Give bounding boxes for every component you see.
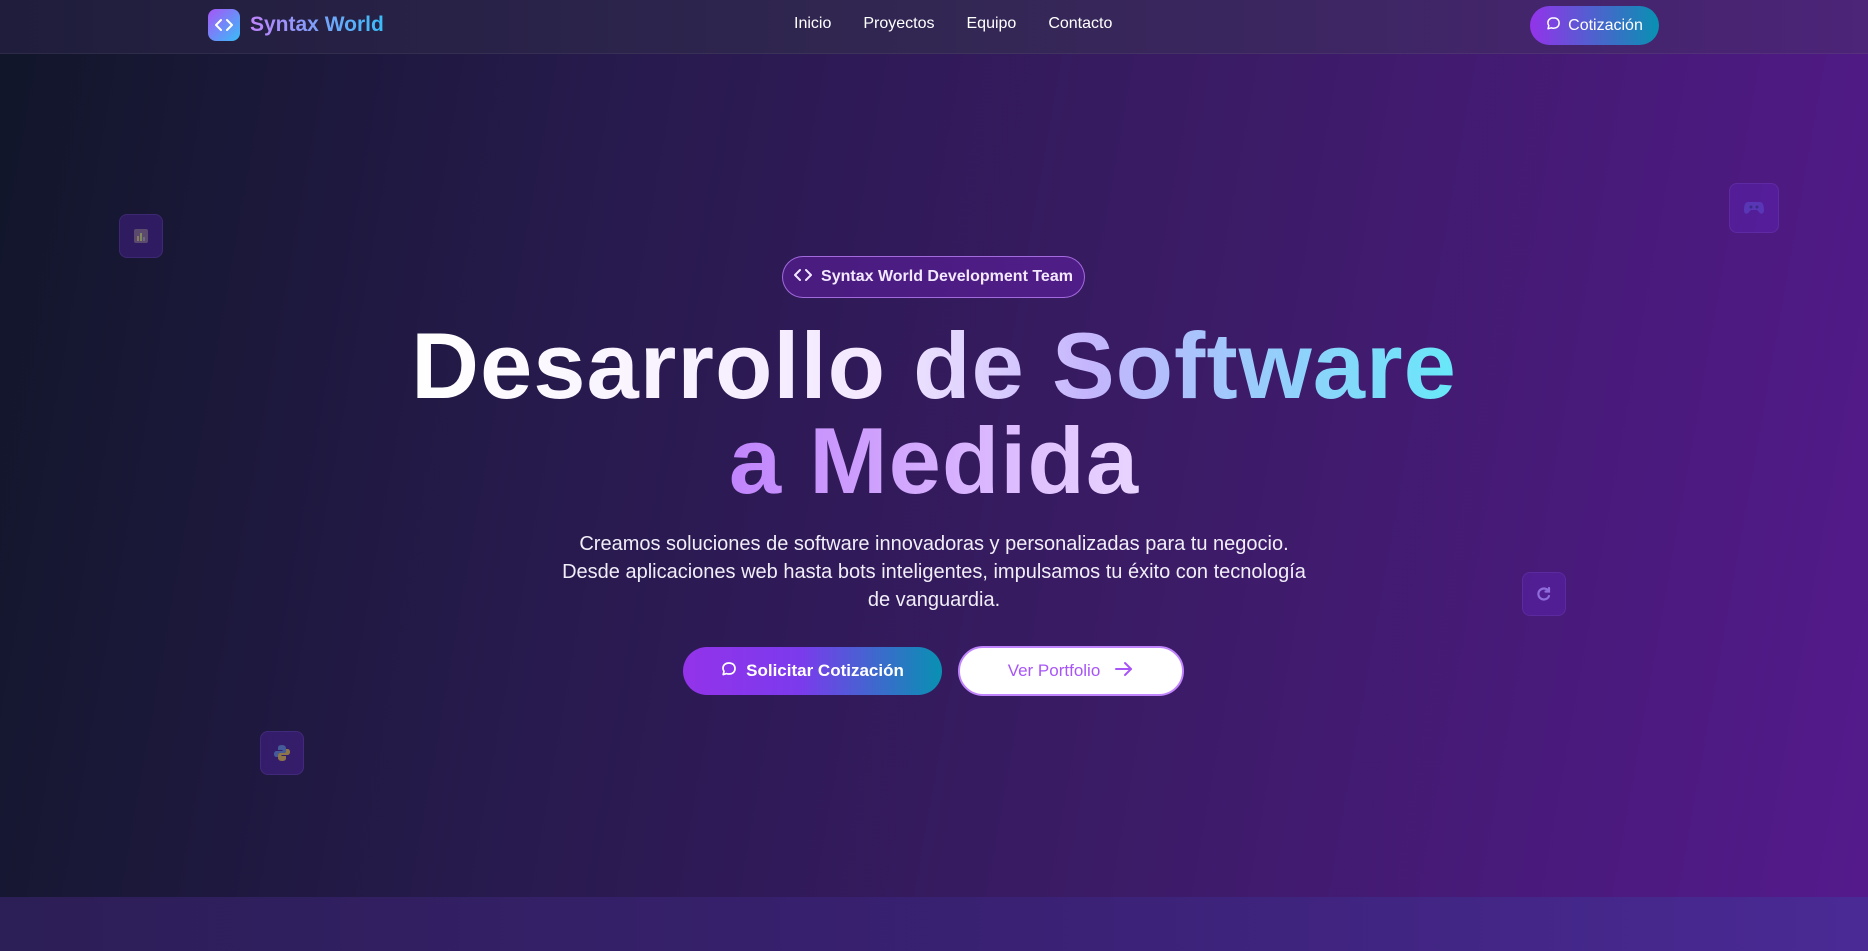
hero-subtitle-line3: de vanguardia. bbox=[867, 589, 1001, 611]
top-navbar: Syntax World Inicio Proyectos Equipo Con… bbox=[0, 0, 1868, 54]
brand-name: Syntax World bbox=[250, 13, 384, 36]
hero-subtitle-line2: Desde aplicaciones web hasta bots inteli… bbox=[562, 561, 1306, 583]
team-badge: Syntax World Development Team bbox=[782, 256, 1085, 298]
request-quote-label: Solicitar Cotización bbox=[746, 661, 904, 680]
nav-link-contacto[interactable]: Contacto bbox=[1048, 15, 1112, 33]
nav-link-inicio[interactable]: Inicio bbox=[794, 15, 831, 33]
next-section-band bbox=[0, 897, 1868, 951]
arrow-right-icon bbox=[1114, 661, 1134, 682]
nav-link-proyectos[interactable]: Proyectos bbox=[863, 15, 934, 33]
request-quote-button[interactable]: Solicitar Cotización bbox=[683, 647, 942, 695]
quote-button[interactable]: Cotización bbox=[1530, 6, 1659, 45]
refresh-icon bbox=[1522, 572, 1566, 616]
hero-title: Desarrollo de Software a Medida bbox=[0, 318, 1868, 508]
view-portfolio-button[interactable]: Ver Portfolio bbox=[958, 646, 1184, 696]
quote-button-label: Cotización bbox=[1568, 16, 1643, 34]
nav-links: Inicio Proyectos Equipo Contacto bbox=[794, 15, 1112, 33]
team-badge-label: Syntax World Development Team bbox=[821, 268, 1073, 285]
gamepad-icon bbox=[1729, 183, 1779, 233]
nav-link-equipo[interactable]: Equipo bbox=[967, 15, 1017, 33]
hero-subtitle: Creamos soluciones de software innovador… bbox=[554, 530, 1314, 614]
brand-logo[interactable]: Syntax World bbox=[208, 9, 384, 41]
chat-bubble-icon bbox=[721, 661, 737, 682]
code-icon bbox=[794, 268, 813, 287]
python-icon bbox=[260, 731, 304, 775]
chart-icon bbox=[119, 214, 163, 258]
code-icon bbox=[208, 9, 240, 41]
view-portfolio-label: Ver Portfolio bbox=[1007, 661, 1101, 680]
hero-title-line2: a Medida bbox=[728, 408, 1140, 513]
hero-title-line1: Desarrollo de Software bbox=[411, 313, 1457, 418]
hero-subtitle-line1: Creamos soluciones de software innovador… bbox=[579, 533, 1289, 555]
chat-bubble-icon bbox=[1546, 16, 1561, 36]
